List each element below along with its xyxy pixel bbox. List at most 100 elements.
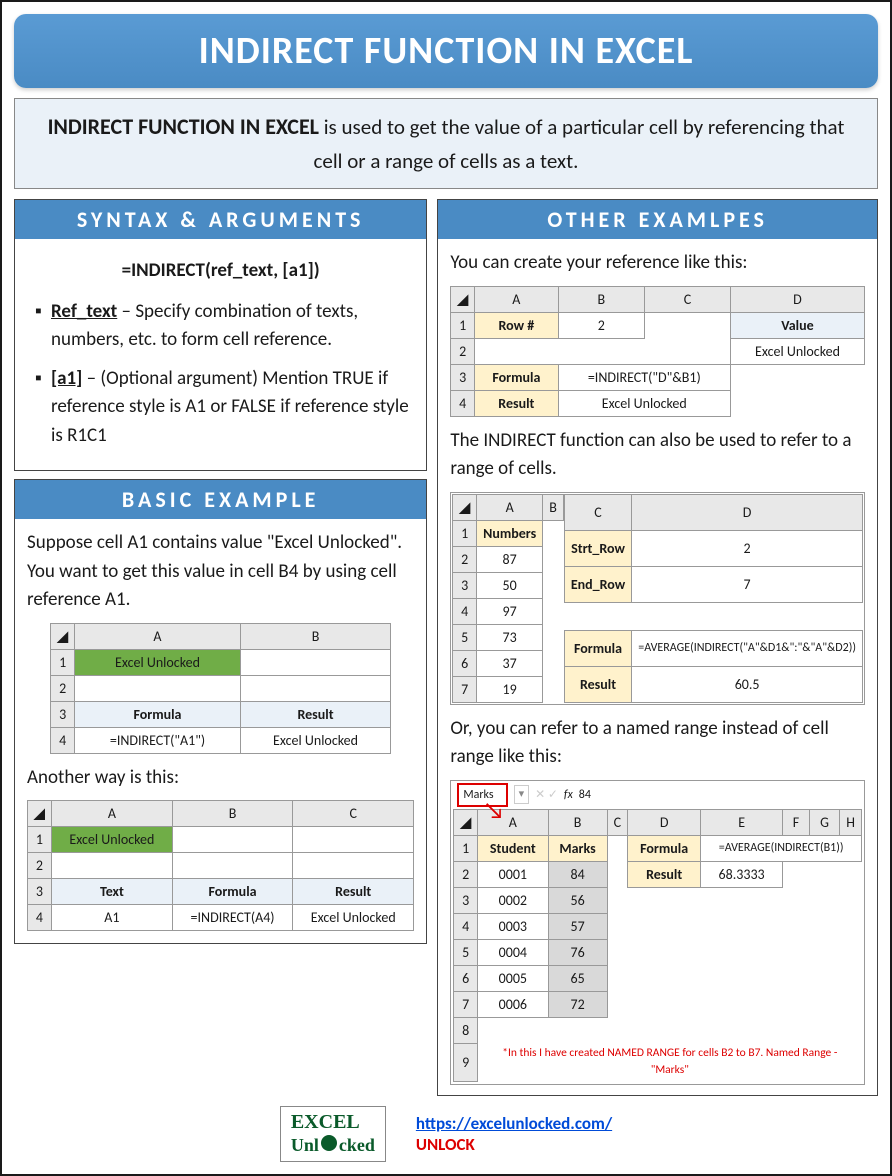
basic-header: BASIC EXAMPLE [15, 480, 426, 519]
col-header: F [783, 809, 810, 835]
col-header: D [730, 286, 864, 312]
basic-example-section: BASIC EXAMPLE Suppose cell A1 contains v… [14, 479, 427, 944]
cell: 87 [477, 546, 543, 572]
desc-bold: INDIRECT FUNCTION IN EXCEL [48, 113, 319, 140]
other-body: You can create your reference like this:… [438, 239, 877, 1095]
cell: 19 [477, 676, 543, 702]
syntax-section: SYNTAX & ARGUMENTS =INDIRECT(ref_text, [… [14, 199, 427, 471]
basic-table-2: ◢ABC 1Excel Unlocked 2 3TextFormulaResul… [27, 800, 414, 931]
cell: 72 [548, 991, 607, 1017]
cell: Text [51, 879, 172, 905]
arg-item: Ref_text – Specify combination of texts,… [35, 298, 414, 355]
cell: Formula [628, 835, 701, 861]
cell: 0005 [478, 965, 548, 991]
footer: EXCEL Unlcked https://excelunlocked.com/… [14, 1096, 878, 1162]
cell: Row # [475, 312, 559, 338]
col-header: A [477, 494, 543, 520]
main-columns: SYNTAX & ARGUMENTS =INDIRECT(ref_text, [… [14, 199, 878, 1096]
cell: 50 [477, 572, 543, 598]
other-table-2-wrap: ◢AB 1Numbers 287 350 497 573 637 719 CD … [450, 492, 865, 705]
cell: 2 [632, 530, 863, 566]
cell: 76 [548, 939, 607, 965]
cell: 60.5 [632, 666, 863, 702]
cell: Value [730, 312, 864, 338]
cell: =AVERAGE(INDIRECT("A"&D1&":"&"A"&D2)) [632, 630, 863, 666]
cell: Result [628, 861, 701, 887]
basic-intro: Suppose cell A1 contains value "Excel Un… [27, 529, 414, 615]
cell: =INDIRECT("A1") [75, 727, 241, 753]
description-box: INDIRECT FUNCTION IN EXCEL is used to ge… [14, 98, 878, 189]
cell: Formula [564, 630, 631, 666]
cell: Excel Unlocked [558, 390, 730, 416]
right-column: OTHER EXAMLPES You can create your refer… [437, 199, 878, 1096]
col-header: A [75, 623, 241, 649]
arrow-icon: ↘ [483, 793, 504, 829]
cell: =AVERAGE(INDIRECT(B1)) [701, 835, 862, 861]
logo-text-top: EXCEL [291, 1111, 360, 1133]
cell: Numbers [477, 520, 543, 546]
basic-table-1: ◢AB 1Excel Unlocked 2 3FormulaResult 4=I… [50, 623, 391, 754]
title-banner: INDIRECT FUNCTION IN EXCEL [14, 14, 878, 88]
cell: Marks [548, 835, 607, 861]
arg-text: – (Optional argument) Mention TRUE if re… [51, 367, 409, 447]
cell: Student [478, 835, 548, 861]
cell: 65 [548, 965, 607, 991]
cell: Excel Unlocked [730, 338, 864, 364]
col-header: D [632, 494, 863, 530]
fx-icon: fx [564, 786, 573, 804]
cell: =INDIRECT("D"&B1) [558, 364, 730, 390]
cell: 37 [477, 650, 543, 676]
site-link[interactable]: https://excelunlocked.com/ [416, 1113, 612, 1134]
arg-item: [a1] – (Optional argument) Mention TRUE … [35, 365, 414, 451]
cell: Excel Unlocked [75, 649, 241, 675]
cell: 68.3333 [701, 861, 783, 887]
formula-bar: Marks ▾ ✕ ✓ fx 84 ↘ [453, 783, 862, 807]
col-header: D [628, 809, 701, 835]
cell: 0001 [478, 861, 548, 887]
col-header: C [645, 286, 731, 312]
left-column: SYNTAX & ARGUMENTS =INDIRECT(ref_text, [… [14, 199, 427, 1096]
cell: End_Row [564, 566, 631, 602]
cell: 57 [548, 913, 607, 939]
cell: Result [475, 390, 559, 416]
cell: Excel Unlocked [293, 905, 414, 931]
col-header: G [809, 809, 839, 835]
cell: A1 [51, 905, 172, 931]
cell: 7 [632, 566, 863, 602]
other-table-2-left: ◢AB 1Numbers 287 350 497 573 637 719 [452, 494, 563, 703]
footer-links: https://excelunlocked.com/ UNLOCK [416, 1113, 612, 1155]
dropdown-icon: ▾ [514, 785, 530, 804]
page-title: INDIRECT FUNCTION IN EXCEL [14, 28, 878, 74]
col-header: H [840, 809, 862, 835]
cell: Result [293, 879, 414, 905]
other-table-3: ◢ A B C D E F G H 1StudentMarksFormula=A… [453, 809, 862, 1083]
col-header: C [607, 809, 627, 835]
cell: Formula [475, 364, 559, 390]
named-range-note: *In this I have created NAMED RANGE for … [478, 1043, 862, 1082]
cell: Result [240, 701, 390, 727]
cell: 73 [477, 624, 543, 650]
cell: =INDIRECT(A4) [173, 905, 293, 931]
basic-body: Suppose cell A1 contains value "Excel Un… [15, 519, 426, 943]
logo: EXCEL Unlcked [280, 1106, 386, 1162]
cell: 0004 [478, 939, 548, 965]
col-header: B [240, 623, 390, 649]
unlock-text: UNLOCK [416, 1134, 475, 1155]
other-p2: The INDIRECT function can also be used t… [450, 427, 865, 484]
arg-name: [a1] [51, 367, 82, 390]
col-header: A [475, 286, 559, 312]
other-examples-section: OTHER EXAMLPES You can create your refer… [437, 199, 878, 1096]
syntax-formula: =INDIRECT(ref_text, [a1]) [27, 249, 414, 298]
syntax-body: =INDIRECT(ref_text, [a1]) Ref_text – Spe… [15, 239, 426, 470]
other-table-2-right: CD Strt_Row2 End_Row7 Formula=AVERAGE(IN… [564, 494, 863, 703]
col-header: E [701, 809, 783, 835]
cell: 0003 [478, 913, 548, 939]
cell: 2 [558, 312, 644, 338]
desc-text: is used to get the value of a particular… [314, 114, 845, 174]
cell: 0006 [478, 991, 548, 1017]
other-p3: Or, you can refer to a named range inste… [450, 715, 865, 772]
col-header: B [543, 494, 564, 520]
other-p1: You can create your reference like this: [450, 249, 865, 278]
other-table-1: ◢ABCD 1Row #2Value 2Excel Unlocked 3Form… [450, 286, 865, 417]
arg-name: Ref_text [51, 300, 117, 323]
